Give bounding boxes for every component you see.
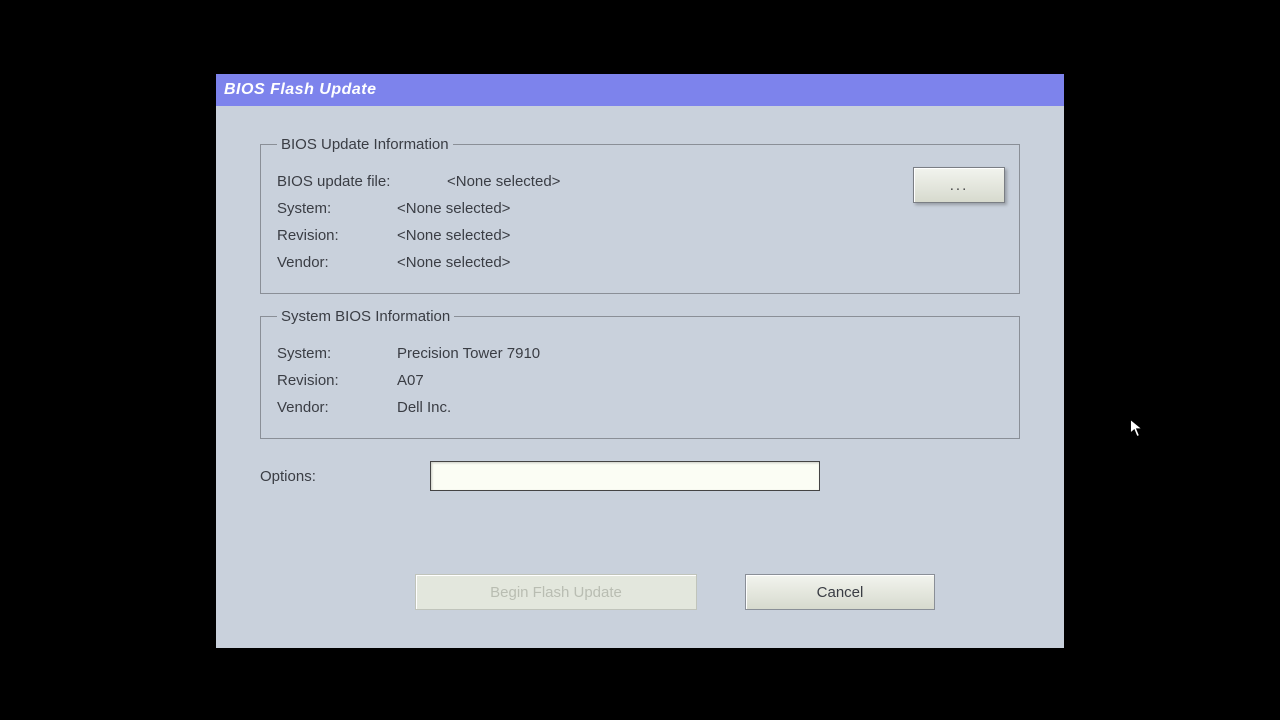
update-vendor-value: <None selected> [397, 254, 510, 271]
system-vendor-row: Vendor: Dell Inc. [277, 399, 1003, 416]
browse-button-label: ... [950, 177, 969, 194]
button-row: Begin Flash Update Cancel [216, 574, 1064, 610]
title-bar: BIOS Flash Update [216, 74, 1064, 106]
system-revision-label: Revision: [277, 372, 397, 389]
options-label: Options: [260, 468, 430, 485]
system-system-label: System: [277, 345, 397, 362]
update-vendor-label: Vendor: [277, 254, 397, 271]
system-bios-information-group: System BIOS Information System: Precisio… [260, 308, 1020, 439]
update-file-value: <None selected> [447, 173, 560, 190]
dialog-body: BIOS Update Information ... BIOS update … [216, 106, 1064, 491]
system-revision-row: Revision: A07 [277, 372, 1003, 389]
update-info-legend: BIOS Update Information [277, 136, 453, 153]
mouse-cursor-icon [1129, 418, 1147, 440]
cancel-button-label: Cancel [817, 584, 864, 601]
system-vendor-label: Vendor: [277, 399, 397, 416]
system-system-value: Precision Tower 7910 [397, 345, 540, 362]
update-vendor-row: Vendor: <None selected> [277, 254, 1003, 271]
update-file-row: BIOS update file: <None selected> [277, 173, 1003, 190]
update-revision-value: <None selected> [397, 227, 510, 244]
update-revision-row: Revision: <None selected> [277, 227, 1003, 244]
system-vendor-value: Dell Inc. [397, 399, 451, 416]
options-input[interactable] [430, 461, 820, 491]
system-revision-value: A07 [397, 372, 424, 389]
window-title: BIOS Flash Update [224, 81, 377, 98]
update-system-value: <None selected> [397, 200, 510, 217]
browse-button[interactable]: ... [913, 167, 1005, 203]
system-info-legend: System BIOS Information [277, 308, 454, 325]
bios-flash-update-dialog: BIOS Flash Update BIOS Update Informatio… [216, 74, 1064, 648]
update-system-label: System: [277, 200, 397, 217]
begin-button-label: Begin Flash Update [490, 584, 622, 601]
update-file-label: BIOS update file: [277, 173, 447, 190]
system-system-row: System: Precision Tower 7910 [277, 345, 1003, 362]
update-system-row: System: <None selected> [277, 200, 1003, 217]
begin-flash-update-button: Begin Flash Update [415, 574, 697, 610]
cancel-button[interactable]: Cancel [745, 574, 935, 610]
update-revision-label: Revision: [277, 227, 397, 244]
bios-update-information-group: BIOS Update Information ... BIOS update … [260, 136, 1020, 294]
options-row: Options: [260, 461, 1024, 491]
